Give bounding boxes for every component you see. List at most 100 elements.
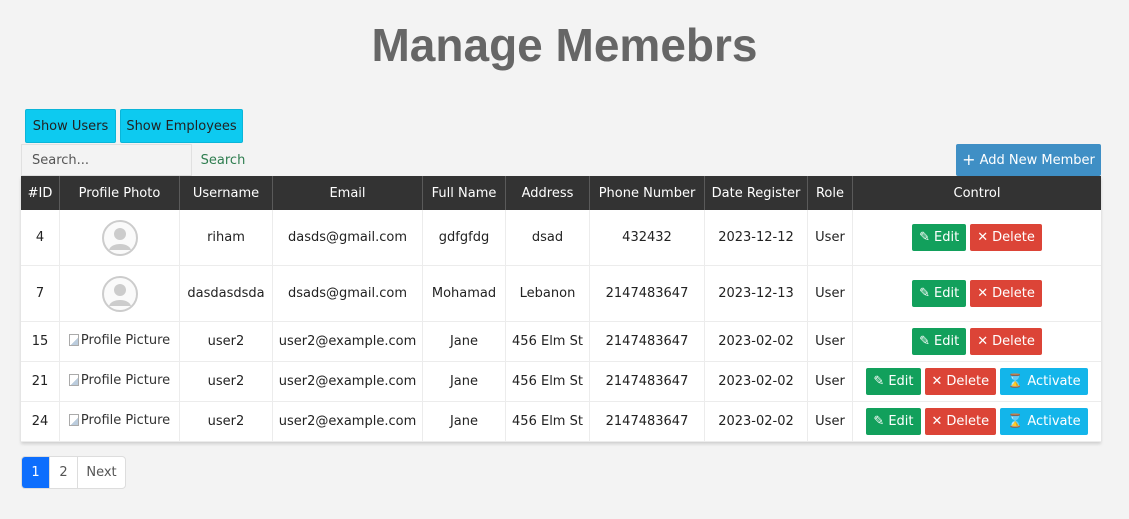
edit-label: Edit xyxy=(934,286,960,301)
cell-full-name: Jane xyxy=(422,321,506,362)
edit-icon: ✎ xyxy=(873,374,885,389)
edit-label: Edit xyxy=(934,334,960,349)
delete-label: Delete xyxy=(946,374,990,389)
edit-button[interactable]: ✎ Edit xyxy=(866,408,921,435)
delete-button[interactable]: ✕ Delete xyxy=(970,280,1042,307)
delete-button[interactable]: ✕ Delete xyxy=(924,368,997,395)
search-button[interactable]: Search xyxy=(192,144,254,176)
table-header-row: #ID Profile Photo Username Email Full Na… xyxy=(21,176,1101,210)
edit-label: Edit xyxy=(888,374,914,389)
cell-control: ✎ Edit ✕ Delete xyxy=(852,321,1101,362)
cell-photo xyxy=(59,210,180,266)
add-new-member-button[interactable]: + Add New Member xyxy=(956,144,1101,176)
col-address: Address xyxy=(505,176,590,210)
cell-phone: 432432 xyxy=(589,210,705,266)
cell-role: User xyxy=(807,361,853,402)
cell-full-name: Jane xyxy=(422,401,506,442)
show-users-button[interactable]: Show Users xyxy=(25,109,116,143)
cell-date: 2023-02-02 xyxy=(704,361,808,402)
hourglass-icon: ⌛ xyxy=(1007,414,1024,429)
table-row: 7 dasdasdsda dsads@gmail.com Mohamad Leb… xyxy=(21,265,1101,322)
edit-button[interactable]: ✎ Edit xyxy=(912,328,967,355)
cell-date: 2023-02-02 xyxy=(704,401,808,442)
cell-control: ✎ Edit ✕ Delete xyxy=(852,210,1101,266)
cell-username: user2 xyxy=(179,361,273,402)
col-profile-photo: Profile Photo xyxy=(59,176,180,210)
broken-image: Profile Picture xyxy=(68,332,171,348)
profile-picture-alt: Profile Picture xyxy=(80,372,171,388)
avatar-icon xyxy=(101,219,138,256)
page-1-button[interactable]: 1 xyxy=(22,457,50,488)
cell-address: 456 Elm St xyxy=(505,321,590,362)
activate-button[interactable]: ⌛ Activate xyxy=(1000,408,1088,435)
table-row: 4 riham dasds@gmail.com gdfgfdg dsad 432… xyxy=(21,210,1101,266)
cell-control: ✎ Edit ✕ Delete xyxy=(852,265,1101,322)
cell-email: user2@example.com xyxy=(272,361,423,402)
col-control: Control xyxy=(852,176,1101,210)
show-employees-button[interactable]: Show Employees xyxy=(120,109,243,143)
col-phone: Phone Number xyxy=(589,176,705,210)
cell-id: 24 xyxy=(21,401,60,442)
edit-button[interactable]: ✎ Edit xyxy=(866,368,921,395)
edit-icon: ✎ xyxy=(873,414,885,429)
cell-date: 2023-02-02 xyxy=(704,321,808,362)
table-row: 24 Profile Picture user2 user2@example.c… xyxy=(21,401,1101,442)
activate-label: Activate xyxy=(1027,374,1081,389)
edit-icon: ✎ xyxy=(919,230,931,245)
cell-date: 2023-12-12 xyxy=(704,210,808,266)
delete-label: Delete xyxy=(992,286,1035,301)
members-table: #ID Profile Photo Username Email Full Na… xyxy=(21,176,1101,442)
cell-full-name: gdfgfdg xyxy=(422,210,506,266)
close-icon: ✕ xyxy=(977,334,989,349)
page-title: Manage Memebrs xyxy=(371,19,758,71)
edit-button[interactable]: ✎ Edit xyxy=(912,280,967,307)
cell-phone: 2147483647 xyxy=(589,401,705,442)
edit-icon: ✎ xyxy=(919,286,931,301)
table-row: 21 Profile Picture user2 user2@example.c… xyxy=(21,361,1101,402)
cell-id: 4 xyxy=(21,210,60,266)
next-page-button[interactable]: Next xyxy=(78,457,125,488)
cell-id: 7 xyxy=(21,265,60,322)
avatar-icon xyxy=(101,275,138,312)
cell-full-name: Jane xyxy=(422,361,506,402)
col-role: Role xyxy=(807,176,853,210)
profile-picture-alt: Profile Picture xyxy=(80,332,171,348)
cell-control: ✎ Edit ✕ Delete ⌛ Activate xyxy=(852,361,1101,402)
delete-button[interactable]: ✕ Delete xyxy=(924,408,997,435)
col-username: Username xyxy=(179,176,273,210)
broken-image-icon xyxy=(68,334,79,347)
close-icon: ✕ xyxy=(931,374,943,389)
activate-button[interactable]: ⌛ Activate xyxy=(1000,368,1088,395)
cell-photo: Profile Picture xyxy=(59,401,180,442)
cell-email: dasds@gmail.com xyxy=(272,210,423,266)
cell-photo: Profile Picture xyxy=(59,361,180,402)
col-email: Email xyxy=(272,176,423,210)
edit-icon: ✎ xyxy=(919,334,931,349)
delete-button[interactable]: ✕ Delete xyxy=(970,328,1042,355)
edit-button[interactable]: ✎ Edit xyxy=(912,224,967,251)
cell-photo xyxy=(59,265,180,322)
page-2-button[interactable]: 2 xyxy=(50,457,78,488)
search-input[interactable] xyxy=(21,144,192,176)
cell-email: dsads@gmail.com xyxy=(272,265,423,322)
activate-label: Activate xyxy=(1027,414,1081,429)
cell-role: User xyxy=(807,401,853,442)
cell-address: 456 Elm St xyxy=(505,361,590,402)
table-row: 15 Profile Picture user2 user2@example.c… xyxy=(21,321,1101,362)
cell-phone: 2147483647 xyxy=(589,265,705,322)
cell-photo: Profile Picture xyxy=(59,321,180,362)
close-icon: ✕ xyxy=(977,286,989,301)
cell-username: user2 xyxy=(179,401,273,442)
cell-address: 456 Elm St xyxy=(505,401,590,442)
close-icon: ✕ xyxy=(977,230,989,245)
col-id: #ID xyxy=(21,176,60,210)
cell-username: dasdasdsda xyxy=(179,265,273,322)
close-icon: ✕ xyxy=(931,414,943,429)
cell-role: User xyxy=(807,321,853,362)
cell-username: user2 xyxy=(179,321,273,362)
delete-button[interactable]: ✕ Delete xyxy=(970,224,1042,251)
cell-control: ✎ Edit ✕ Delete ⌛ Activate xyxy=(852,401,1101,442)
broken-image: Profile Picture xyxy=(68,413,170,428)
pagination: 1 2 Next xyxy=(21,456,126,489)
cell-role: User xyxy=(807,210,853,266)
